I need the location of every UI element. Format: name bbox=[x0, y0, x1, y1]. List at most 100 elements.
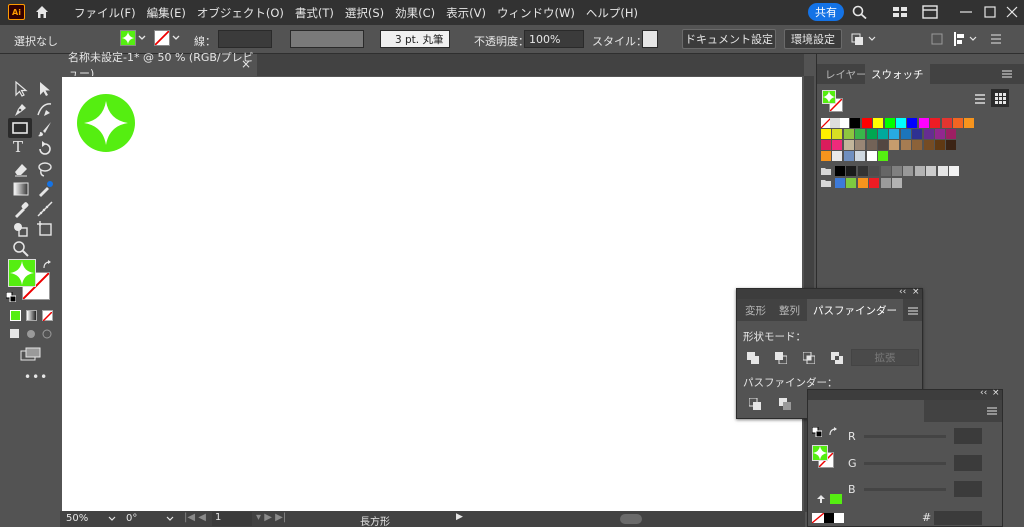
collapse-panel-icon[interactable]: ‹‹ bbox=[980, 388, 987, 398]
variable-width-profile[interactable] bbox=[290, 30, 364, 48]
color-mode-button[interactable] bbox=[10, 310, 21, 321]
color-swatch[interactable] bbox=[900, 129, 911, 139]
color-swatch[interactable] bbox=[900, 140, 911, 150]
menu-lines-icon[interactable] bbox=[990, 33, 1002, 45]
fill-swatch[interactable] bbox=[120, 30, 136, 46]
pattern-swatch[interactable] bbox=[855, 151, 866, 161]
tab-pathfinder[interactable]: パスファインダー bbox=[807, 299, 903, 321]
close-panel-icon[interactable]: × bbox=[912, 287, 920, 297]
color-swatch[interactable] bbox=[918, 118, 929, 128]
pen-tool-icon[interactable] bbox=[12, 100, 30, 118]
default-fill-stroke-icon[interactable] bbox=[6, 292, 16, 302]
default-fill-stroke-icon[interactable] bbox=[812, 427, 822, 437]
horizontal-scroll-thumb[interactable] bbox=[620, 514, 642, 524]
none-mode-button[interactable] bbox=[42, 310, 53, 322]
green-slider[interactable] bbox=[864, 462, 946, 465]
search-icon[interactable] bbox=[852, 5, 868, 19]
intersect-icon[interactable] bbox=[803, 352, 815, 364]
color-swatch[interactable] bbox=[843, 140, 854, 150]
maximize-icon[interactable] bbox=[982, 5, 998, 19]
white-color-chip[interactable] bbox=[834, 513, 844, 523]
color-swatch[interactable] bbox=[892, 178, 902, 188]
blue-slider[interactable] bbox=[864, 488, 946, 491]
menu-help[interactable]: ヘルプ(H) bbox=[586, 5, 638, 21]
menu-edit[interactable]: 編集(E) bbox=[147, 5, 186, 21]
color-swatch[interactable] bbox=[866, 140, 877, 150]
color-swatch[interactable] bbox=[821, 140, 831, 150]
color-swatch[interactable] bbox=[846, 166, 857, 176]
gradient-mode-button[interactable] bbox=[26, 310, 37, 321]
artboard[interactable] bbox=[62, 77, 802, 511]
menu-effect[interactable]: 効果(C) bbox=[395, 5, 435, 21]
color-swatch[interactable] bbox=[941, 118, 952, 128]
color-swatch[interactable] bbox=[946, 129, 957, 139]
pattern-swatch[interactable] bbox=[843, 151, 854, 161]
black-color-chip[interactable] bbox=[824, 513, 834, 523]
color-swatch[interactable] bbox=[953, 118, 963, 128]
color-swatch[interactable] bbox=[869, 178, 880, 188]
color-swatch[interactable] bbox=[889, 140, 900, 150]
color-swatch[interactable] bbox=[861, 118, 872, 128]
color-swatch[interactable] bbox=[914, 166, 925, 176]
gamut-color-chip[interactable] bbox=[830, 494, 842, 504]
panel-drag-bar[interactable]: ‹‹ × bbox=[737, 287, 922, 299]
screen-mode-icon[interactable] bbox=[20, 347, 42, 361]
status-menu-arrow-icon[interactable]: ▶ bbox=[456, 512, 463, 522]
swap-fill-stroke-icon[interactable] bbox=[828, 427, 838, 437]
eraser-tool-icon[interactable] bbox=[12, 160, 30, 178]
arrange-icon[interactable] bbox=[850, 32, 878, 46]
color-swatch[interactable] bbox=[889, 129, 900, 139]
color-swatch[interactable] bbox=[832, 129, 843, 139]
preferences-button[interactable]: 環境設定 bbox=[784, 29, 842, 49]
rotate-tool-icon[interactable] bbox=[36, 140, 54, 158]
color-swatch[interactable] bbox=[855, 140, 866, 150]
menu-window[interactable]: ウィンドウ(W) bbox=[497, 5, 575, 21]
swatch-folder-icon[interactable] bbox=[821, 166, 831, 176]
registration-swatch[interactable] bbox=[830, 118, 840, 128]
color-swatch[interactable] bbox=[896, 118, 906, 128]
type-tool-icon[interactable]: T bbox=[13, 138, 31, 156]
menu-file[interactable]: ファイル(F) bbox=[74, 5, 136, 21]
brush-definition[interactable]: 3 pt. 丸筆 bbox=[380, 30, 450, 48]
close-tab-icon[interactable]: × bbox=[241, 57, 251, 71]
stroke-swatch[interactable] bbox=[154, 30, 170, 46]
chevron-down-icon[interactable] bbox=[108, 516, 116, 522]
tab-align[interactable]: 整列 bbox=[773, 299, 806, 321]
minus-front-icon[interactable] bbox=[775, 352, 787, 364]
panel-menu-icon[interactable] bbox=[1001, 69, 1013, 79]
drawing-modes-icon[interactable] bbox=[9, 327, 57, 341]
lasso-tool-icon[interactable] bbox=[36, 160, 54, 178]
red-slider[interactable] bbox=[864, 435, 946, 438]
selection-tool-icon[interactable] bbox=[12, 80, 30, 98]
eyedropper-tool-icon[interactable] bbox=[36, 180, 54, 198]
color-swatch[interactable] bbox=[880, 178, 891, 188]
color-fill-box[interactable] bbox=[812, 445, 828, 461]
swatch-folder-icon[interactable] bbox=[821, 178, 831, 188]
panel-menu-icon[interactable] bbox=[986, 406, 998, 416]
color-swatch[interactable] bbox=[923, 129, 934, 139]
swap-fill-stroke-icon[interactable] bbox=[42, 260, 52, 270]
color-swatch[interactable] bbox=[937, 166, 948, 176]
color-swatch[interactable] bbox=[903, 166, 914, 176]
artboard-number-field[interactable]: 1 bbox=[212, 512, 252, 526]
color-swatch[interactable] bbox=[843, 129, 854, 139]
artboard-nav-prev-icon[interactable]: |◀ ◀ bbox=[184, 512, 206, 523]
color-swatch[interactable] bbox=[839, 118, 849, 128]
color-swatch[interactable] bbox=[832, 140, 843, 150]
unite-icon[interactable] bbox=[747, 352, 759, 364]
document-tab[interactable]: 名称未設定-1* @ 50 % (RGB/プレビュー) × bbox=[60, 51, 257, 80]
gradient-tool-icon[interactable] bbox=[12, 180, 30, 198]
curvature-tool-icon[interactable] bbox=[36, 100, 54, 118]
paintbrush-tool-icon[interactable] bbox=[36, 120, 54, 138]
pattern-swatch[interactable] bbox=[832, 151, 843, 161]
chevron-down-icon[interactable] bbox=[166, 516, 174, 522]
color-swatch[interactable] bbox=[850, 118, 861, 128]
color-swatch[interactable] bbox=[892, 166, 902, 176]
green-star-circle-artwork[interactable] bbox=[76, 93, 136, 153]
minimize-icon[interactable] bbox=[958, 5, 974, 19]
color-swatch[interactable] bbox=[821, 129, 831, 139]
opacity-field[interactable]: 100% bbox=[524, 30, 584, 48]
measure-tool-icon[interactable] bbox=[36, 200, 54, 218]
color-swatch[interactable] bbox=[846, 178, 857, 188]
artboard-nav-next-icon[interactable]: ▾ ▶ ▶| bbox=[256, 512, 286, 523]
